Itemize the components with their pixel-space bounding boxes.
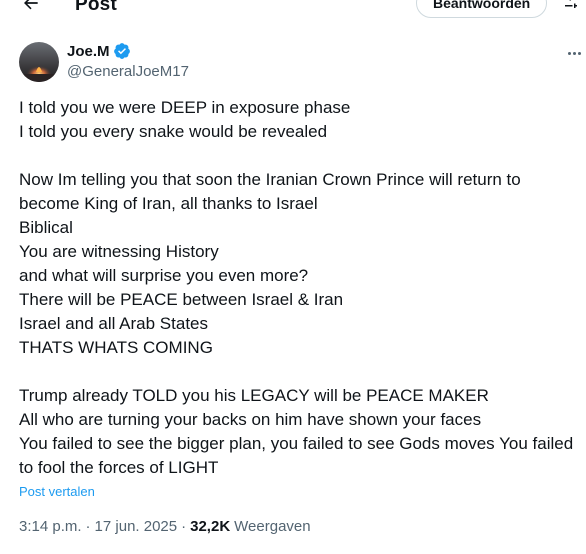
dot-icon xyxy=(577,51,581,55)
verified-badge-icon[interactable] xyxy=(113,42,131,60)
filter-button[interactable] xyxy=(560,0,582,14)
tweet-line: Biblical xyxy=(19,218,73,237)
tweet-line: become King of Iran, all thanks to Israe… xyxy=(19,194,318,213)
views-count: 32,2K xyxy=(190,518,231,535)
author-display-name[interactable]: Joe.M xyxy=(67,43,110,60)
top-bar: Post Beantwoorden xyxy=(0,0,586,24)
tweet-line: Trump already TOLD you his LEGACY will b… xyxy=(19,386,489,405)
translate-post-link[interactable]: Post vertalen xyxy=(19,484,95,499)
views-label: Weergaven xyxy=(234,518,311,535)
meta-separator: · xyxy=(85,518,91,535)
tweet-line: You failed to see the bigger plan, you f… xyxy=(19,434,574,453)
tweet-line: There will be PEACE between Israel & Ira… xyxy=(19,290,344,309)
tweet-text: I told you we were DEEP in exposure phas… xyxy=(19,96,586,480)
sliders-icon xyxy=(565,0,577,8)
author-info: Joe.M @GeneralJoeM17 xyxy=(67,42,189,81)
reply-button[interactable]: Beantwoorden xyxy=(416,0,548,18)
more-options-button[interactable] xyxy=(563,44,585,62)
author-handle[interactable]: @GeneralJoeM17 xyxy=(67,63,189,80)
tweet-line: and what will surprise you even more? xyxy=(19,266,309,285)
tweet-line: Now Im telling you that soon the Iranian… xyxy=(19,170,521,189)
avatar-image xyxy=(19,42,59,82)
tweet-line: I told you we were DEEP in exposure phas… xyxy=(19,98,351,117)
dot-icon xyxy=(567,51,571,55)
tweet-line: to fool the forces of LIGHT xyxy=(19,458,219,477)
tweet-line: All who are turning your backs on him ha… xyxy=(19,410,482,429)
page-title: Post xyxy=(75,0,117,15)
post-meta: 3:14 p.m. · 17 jun. 2025 · 32,2K Weergav… xyxy=(19,518,311,535)
arrow-left-icon xyxy=(24,0,38,10)
post-date[interactable]: 17 jun. 2025 xyxy=(95,518,178,535)
meta-separator: · xyxy=(181,518,187,535)
tweet-line: Israel and all Arab States xyxy=(19,314,209,333)
avatar[interactable] xyxy=(19,42,59,82)
back-button[interactable] xyxy=(18,0,44,16)
post-time[interactable]: 3:14 p.m. xyxy=(19,518,82,535)
tweet-line: You are witnessing History xyxy=(19,242,219,261)
dot-icon xyxy=(572,51,576,55)
tweet-line: I told you every snake would be revealed xyxy=(19,122,328,141)
tweet-line: THATS WHATS COMING xyxy=(19,338,213,357)
